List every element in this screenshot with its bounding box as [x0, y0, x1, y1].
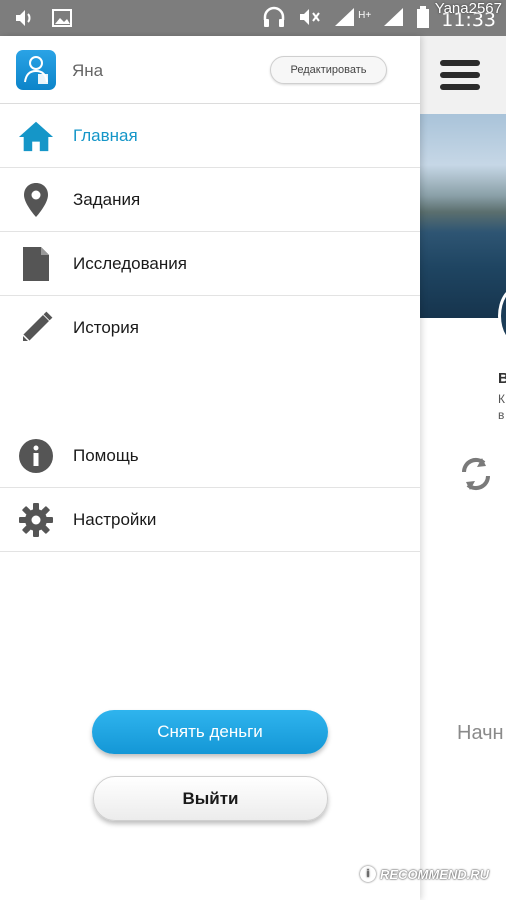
background-start-text: Начн: [457, 722, 504, 744]
menu-item-label: Помощь: [73, 446, 139, 465]
background-subtitle-line2: в: [498, 408, 505, 422]
watermark-mark: i: [360, 866, 376, 882]
network-type: H+: [358, 10, 372, 21]
menu-item-label: Исследования: [73, 254, 187, 273]
background-subtitle-line1: К: [498, 392, 505, 406]
withdraw-money-button[interactable]: Снять деньги: [92, 710, 328, 754]
battery-icon: [417, 6, 430, 33]
menu-item-label: История: [73, 318, 139, 337]
document-icon: [18, 246, 54, 282]
background-app: В К в Начн: [420, 36, 506, 832]
refresh-icon[interactable]: [458, 454, 494, 499]
menu-item-tasks[interactable]: Задания: [0, 168, 420, 232]
menu-item-label: Главная: [73, 126, 138, 145]
menu-item-history[interactable]: История: [0, 296, 420, 360]
watermark: i RECOMMEND.RU: [360, 866, 489, 882]
menu-item-research[interactable]: Исследования: [0, 232, 420, 296]
headset-icon: [262, 6, 286, 33]
mute-icon: [298, 7, 322, 32]
volume-icon: [14, 8, 36, 33]
status-bar: H+ 11:33: [0, 0, 506, 36]
profile-header: Яна Редактировать: [0, 36, 420, 104]
info-icon: [18, 438, 54, 474]
menu-item-home[interactable]: Главная: [0, 104, 420, 168]
menu-item-settings[interactable]: Настройки: [0, 488, 420, 552]
menu-item-label: Задания: [73, 190, 141, 209]
watermark-text: RECOMMEND.RU: [380, 866, 490, 882]
status-left: [14, 8, 72, 33]
background-header: [420, 36, 506, 114]
menu-item-help[interactable]: Помощь: [0, 424, 420, 488]
user-avatar-icon[interactable]: [16, 50, 56, 90]
hamburger-menu-icon[interactable]: [440, 60, 480, 90]
watermark-username: Yana2567: [434, 0, 502, 17]
home-icon: [18, 118, 54, 154]
pencil-icon: [18, 310, 54, 346]
background-subtitle: К в: [498, 391, 505, 423]
menu-spacer: [0, 360, 420, 424]
screen: H+ 11:33 Yana2567 В К в Начн Яна Редакти…: [0, 0, 506, 900]
drawer-menu: Главная Задания Исследования История Пом…: [0, 104, 420, 552]
background-title: В: [498, 370, 506, 387]
signal-icon: [334, 7, 356, 32]
profile-name: Яна: [72, 61, 104, 80]
image-icon: [52, 9, 72, 32]
edit-profile-button[interactable]: Редактировать: [270, 56, 387, 84]
signal-icon: [383, 7, 405, 32]
navigation-drawer: Яна Редактировать Главная Задания Исслед…: [0, 36, 420, 900]
gear-icon: [18, 502, 54, 538]
logout-button[interactable]: Выйти: [93, 776, 328, 821]
background-cover-photo: [420, 114, 506, 318]
menu-item-label: Настройки: [73, 510, 157, 529]
location-pin-icon: [18, 182, 54, 218]
